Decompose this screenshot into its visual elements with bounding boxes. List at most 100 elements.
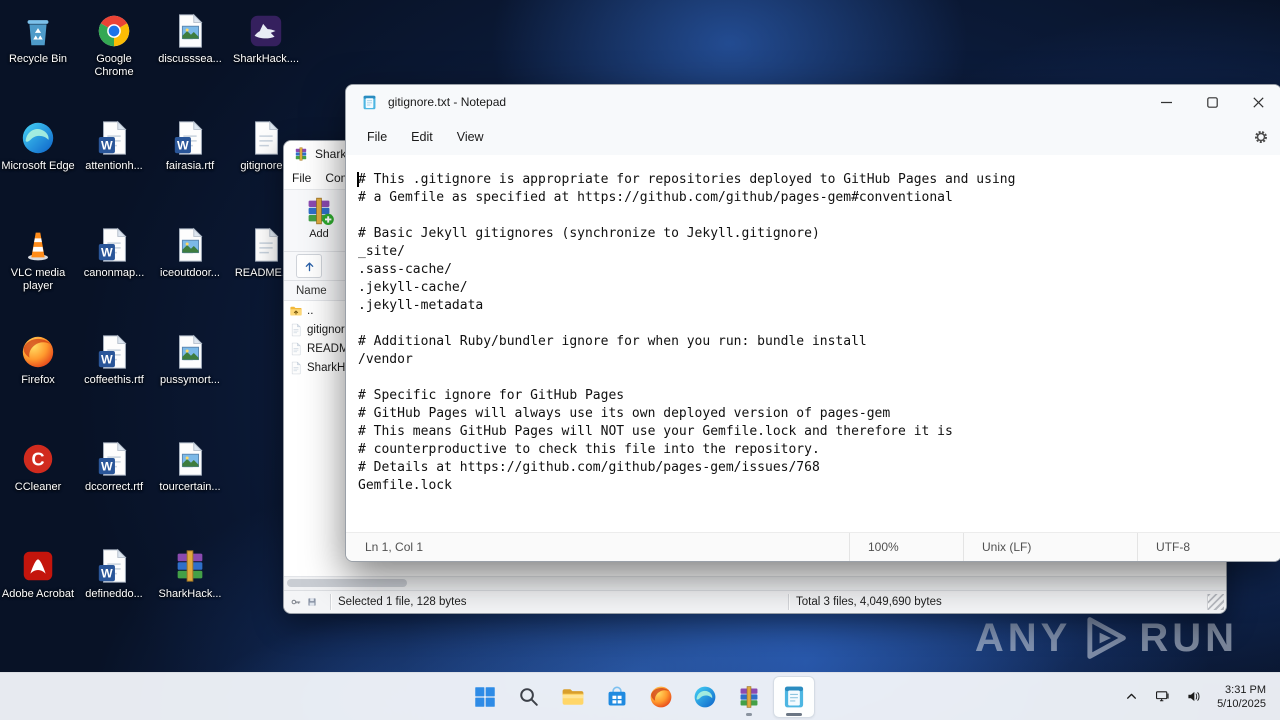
desktop-icon-tourcertain[interactable]: tourcertain... — [152, 440, 228, 547]
edge-icon — [19, 119, 57, 157]
text-file-icon — [289, 323, 303, 337]
desktop-icon-dccorrect[interactable]: dccorrect.rtf — [76, 440, 152, 547]
text-file-icon — [247, 226, 285, 264]
add-archive-icon — [303, 195, 335, 227]
desktop-icon-recycle-bin[interactable]: Recycle Bin — [0, 12, 76, 119]
winrar-archive-icon — [171, 547, 209, 585]
sharkhack-app-icon — [247, 12, 285, 50]
desktop-icon-adobe-acrobat[interactable]: Adobe Acrobat — [0, 547, 76, 654]
tray-volume-icon[interactable] — [1182, 686, 1204, 708]
notepad-status-bar: Ln 1, Col 1 100% Unix (LF) UTF-8 — [346, 532, 1280, 561]
text-file-icon — [289, 342, 303, 356]
cursor-position: Ln 1, Col 1 — [365, 540, 424, 554]
desktop-icon-pussymort[interactable]: pussymort... — [152, 333, 228, 440]
search-button[interactable] — [509, 677, 549, 717]
desktop-icon-sharkhack-archive[interactable]: SharkHack... — [152, 547, 228, 654]
menu-view[interactable]: View — [445, 125, 496, 149]
firefox-icon — [19, 333, 57, 371]
folder-up-icon — [289, 304, 303, 318]
clock-time: 3:31 PM — [1225, 683, 1266, 696]
word-document-icon — [95, 119, 133, 157]
minimize-button[interactable] — [1143, 85, 1189, 119]
list-item-name: .. — [307, 304, 314, 317]
notepad-title-bar[interactable]: gitignore.txt - Notepad — [346, 85, 1280, 119]
desktop-icon-sharkhack-app[interactable]: SharkHack.... — [228, 12, 304, 119]
winrar-status-selected: Selected 1 file, 128 bytes — [331, 594, 789, 610]
file-explorer-button[interactable] — [553, 677, 593, 717]
desktop-icon-label: attentionh... — [85, 160, 143, 172]
resize-grip[interactable] — [1208, 594, 1224, 610]
running-indicator — [746, 712, 752, 716]
edge-taskbar-button[interactable] — [685, 677, 725, 717]
tray-network-icon[interactable] — [1151, 686, 1173, 708]
close-icon — [1252, 96, 1264, 108]
notepad-taskbar-button[interactable] — [773, 675, 815, 718]
word-document-icon — [95, 440, 133, 478]
word-document-icon — [95, 333, 133, 371]
acrobat-icon — [19, 547, 57, 585]
winrar-horizontal-scrollbar[interactable] — [284, 576, 1226, 590]
desktop-icon-label: dccorrect.rtf — [84, 481, 144, 493]
winrar-taskbar-button[interactable] — [729, 677, 769, 717]
desktop-icon-canonmap[interactable]: canonmap... — [76, 226, 152, 333]
taskbar-center-icons — [465, 673, 815, 720]
desktop-icon-label: defineddo... — [85, 588, 143, 600]
recycle-bin-icon — [19, 12, 57, 50]
winrar-add-button[interactable]: Add — [292, 193, 346, 240]
active-indicator — [786, 712, 802, 716]
desktop-icon-iceoutdoor[interactable]: iceoutdoor... — [152, 226, 228, 333]
menu-edit[interactable]: Edit — [399, 125, 445, 149]
image-file-icon — [171, 12, 209, 50]
word-document-icon — [171, 119, 209, 157]
notepad-menu-bar: File Edit View — [346, 119, 1280, 155]
desktop-icon-ccleaner[interactable]: CCleaner — [0, 440, 76, 547]
winrar-app-icon — [293, 146, 309, 162]
firefox-taskbar-button[interactable] — [641, 677, 681, 717]
desktop-icon-label: Adobe Acrobat — [1, 588, 75, 600]
settings-gear-icon[interactable] — [1251, 127, 1271, 147]
desktop-icon-label: Google Chrome — [94, 53, 134, 78]
start-button[interactable] — [465, 677, 505, 717]
notepad-editor[interactable]: # This .gitignore is appropriate for rep… — [346, 155, 1280, 532]
scrollbar-thumb[interactable] — [287, 579, 407, 587]
desktop-icon-google-chrome[interactable]: Google Chrome — [76, 12, 152, 119]
key-icon — [290, 596, 302, 608]
winrar-menu-file[interactable]: File — [292, 171, 311, 185]
microsoft-store-button[interactable] — [597, 677, 637, 717]
image-file-icon — [171, 440, 209, 478]
winrar-up-button[interactable] — [296, 254, 322, 278]
desktop-icon-coffeethis[interactable]: coffeethis.rtf — [76, 333, 152, 440]
image-file-icon — [171, 333, 209, 371]
disk-icon — [306, 596, 318, 608]
desktop-icon-firefox[interactable]: Firefox — [0, 333, 76, 440]
desktop-icon-fairasia[interactable]: fairasia.rtf — [152, 119, 228, 226]
desktop-icon-vlc[interactable]: VLC media player — [0, 226, 76, 333]
notepad-window: gitignore.txt - Notepad File Edit View #… — [345, 84, 1280, 562]
microsoft-store-icon — [604, 684, 630, 710]
desktop-icon-defineddo[interactable]: defineddo... — [76, 547, 152, 654]
winrar-status-bar: Selected 1 file, 128 bytes Total 3 files… — [284, 590, 1226, 613]
desktop-icon-label: coffeethis.rtf — [84, 374, 144, 386]
taskbar-clock[interactable]: 3:31 PM 5/10/2025 — [1217, 683, 1266, 711]
desktop-icon-label: fairasia.rtf — [165, 160, 215, 172]
chrome-icon — [95, 12, 133, 50]
maximize-icon — [1206, 96, 1218, 108]
desktop-icon-label: Firefox — [21, 374, 55, 386]
desktop-icon-microsoft-edge[interactable]: Microsoft Edge — [0, 119, 76, 226]
text-file-icon — [289, 361, 303, 375]
text-caret — [357, 172, 359, 187]
notepad-window-title: gitignore.txt - Notepad — [388, 95, 507, 109]
desktop-icon-attentionh[interactable]: attentionh... — [76, 119, 152, 226]
up-arrow-icon — [302, 259, 317, 274]
desktop-icon-label: tourcertain... — [159, 481, 221, 493]
maximize-button[interactable] — [1189, 85, 1235, 119]
desktop-icon-label: SharkHack... — [158, 588, 222, 600]
search-icon — [516, 684, 542, 710]
close-button[interactable] — [1235, 85, 1280, 119]
desktop-icon-label: discusssea... — [158, 53, 222, 65]
tray-chevron-up-icon[interactable] — [1120, 686, 1142, 708]
desktop-icon-discusssea[interactable]: discusssea... — [152, 12, 228, 119]
clock-date: 5/10/2025 — [1217, 697, 1266, 710]
window-controls — [1143, 85, 1280, 119]
menu-file[interactable]: File — [355, 125, 399, 149]
